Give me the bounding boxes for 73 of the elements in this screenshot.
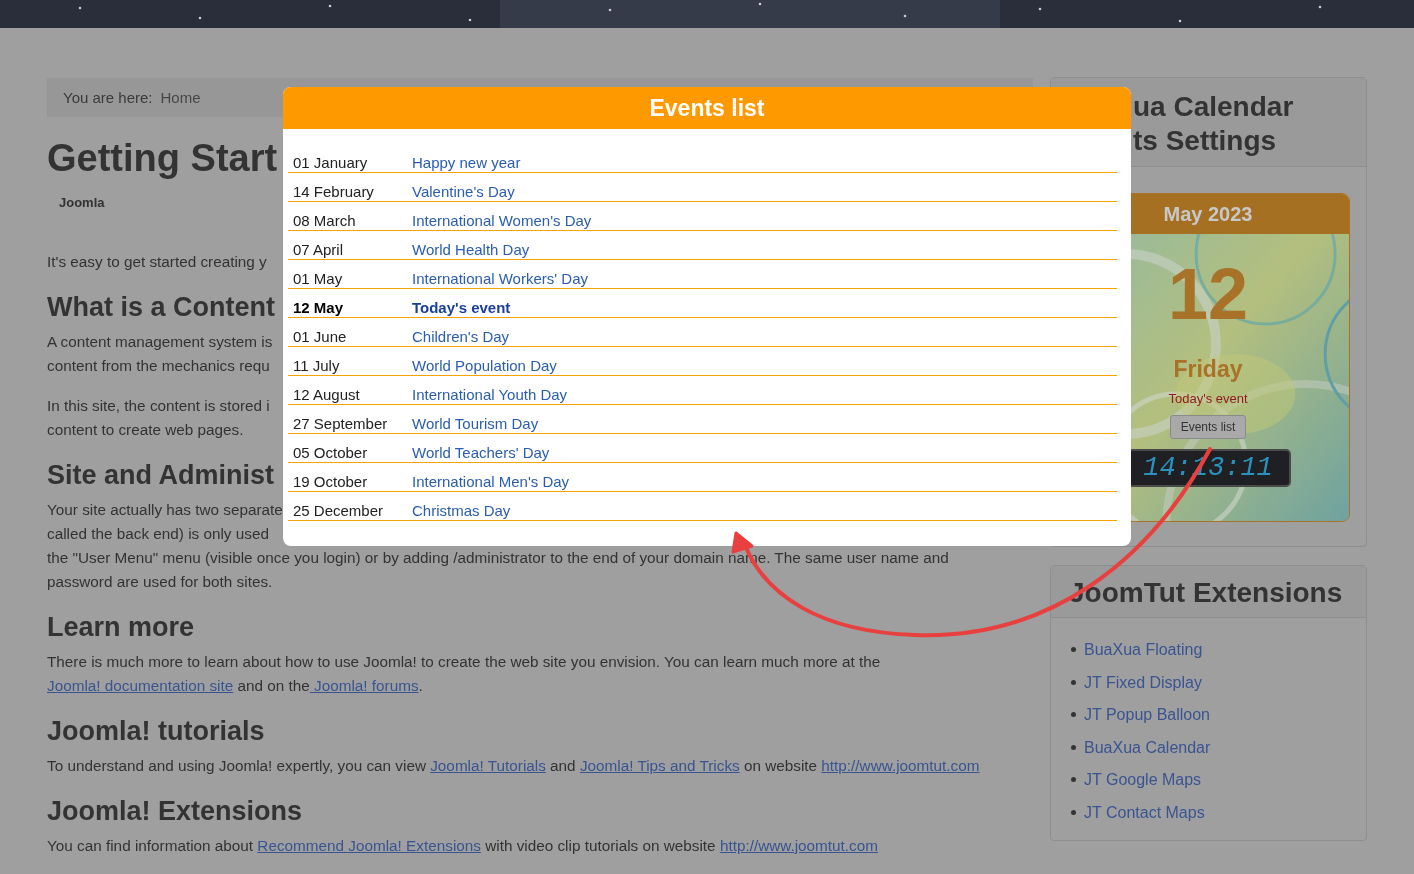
- paragraph-line: In this site, the content is stored i: [47, 396, 270, 416]
- text-link[interactable]: Joomla! forums: [309, 677, 419, 694]
- event-date: 08 March: [292, 212, 357, 229]
- event-date: 14 February: [292, 183, 375, 200]
- text-link[interactable]: Joomla! Tips and Tricks: [579, 757, 740, 774]
- day-number: 12: [1167, 254, 1249, 334]
- extension-link[interactable]: JT Contact Maps: [1084, 800, 1205, 824]
- event-date: 11 July: [292, 357, 341, 374]
- paragraph-line: Your site actually has two separate: [47, 500, 283, 520]
- event-label: Today's event: [1168, 391, 1248, 406]
- paragraph: There is much more to learn about how to use Joomla! to create the web site you envision. You can learn much more at the Joomla! documentation site and on the Joomla! forums.: [47, 652, 882, 696]
- text-link[interactable]: Joomla! Tutorials: [430, 757, 546, 774]
- event-link[interactable]: World Tourism Day: [412, 415, 1117, 432]
- section-heading: Joomla! tutorials: [47, 715, 265, 748]
- bullet-icon: [1071, 809, 1076, 815]
- event-date: 19 October: [292, 473, 369, 490]
- paragraph-line: content from the mechanics requ: [47, 356, 270, 376]
- event-link[interactable]: International Workers' Day: [412, 270, 1117, 287]
- event-date: 01 January: [292, 154, 369, 171]
- event-link[interactable]: International Men's Day: [412, 473, 1117, 490]
- event-date: 07 April: [292, 241, 345, 258]
- paragraph-line: called the back end) is only used: [47, 524, 269, 544]
- event-link[interactable]: Happy new year: [412, 154, 1117, 171]
- event-date: 01 June: [292, 328, 348, 345]
- event-link[interactable]: World Population Day: [412, 357, 1117, 374]
- text-link[interactable]: Joomla! documentation site: [47, 677, 234, 694]
- extension-link[interactable]: JT Google Maps: [1084, 768, 1202, 792]
- paragraph: To understand and using Joomla! expertly, you can view Joomla! Tutorials and Joomla! Tips and Tricks on website http://www.joomtut.com: [47, 756, 981, 776]
- paragraph: You can find information about Recommend Joomla! Extensions with video clip tutorials on website http://www.joomtut.com: [47, 836, 879, 856]
- section-heading: Joomla! Extensions: [47, 795, 303, 828]
- event-link[interactable]: International Youth Day: [412, 386, 1117, 403]
- popup-title: Events list: [283, 87, 1131, 129]
- paragraph-line: password are used for both sites.: [47, 572, 273, 592]
- breadcrumb-link[interactable]: Home: [160, 89, 201, 106]
- paragraph-line: content to create web pages.: [47, 420, 244, 440]
- extension-link[interactable]: BuaXua Calendar: [1084, 735, 1211, 759]
- event-link[interactable]: World Teachers' Day: [412, 444, 1117, 461]
- author-name: Joomla: [59, 195, 105, 210]
- bullet-icon: [1071, 647, 1076, 653]
- event-link[interactable]: Children's Day: [412, 328, 1117, 345]
- section-heading: Site and Administ: [47, 459, 275, 492]
- event-date: 12 August: [292, 386, 361, 403]
- extension-link[interactable]: BuaXua Floating: [1084, 638, 1203, 662]
- event-date: 12 May: [292, 299, 345, 316]
- event-link[interactable]: International Women's Day: [412, 212, 1117, 229]
- event-date: 05 October: [292, 444, 369, 461]
- bullet-icon: [1071, 744, 1076, 750]
- event-date: 25 December: [292, 502, 385, 519]
- module-title: ts Settings: [1133, 124, 1277, 158]
- text-link[interactable]: Recommend Joomla! Extensions: [257, 837, 481, 854]
- bullet-icon: [1071, 679, 1076, 685]
- extension-link[interactable]: JT Fixed Display: [1084, 670, 1202, 694]
- event-link[interactable]: Today's event: [412, 299, 1117, 316]
- event-link[interactable]: Christmas Day: [412, 502, 1117, 519]
- paragraph-line: A content management system is: [47, 332, 273, 352]
- events-list-button[interactable]: Events list: [1169, 415, 1247, 439]
- text-link[interactable]: http://www.joomtut.com: [821, 757, 980, 774]
- module-title: ua Calendar: [1133, 90, 1294, 124]
- event-link[interactable]: Valentine's Day: [412, 183, 1117, 200]
- text-link[interactable]: http://www.joomtut.com: [719, 837, 878, 854]
- bullet-icon: [1071, 777, 1076, 783]
- extension-link[interactable]: JT Popup Balloon: [1084, 703, 1210, 727]
- month-label: May 2023: [1163, 202, 1253, 226]
- section-heading: Learn more: [47, 611, 195, 644]
- article-title: Getting Start: [47, 136, 278, 181]
- section-heading: What is a Content: [47, 291, 275, 324]
- breadcrumb-label: You are here:: [63, 89, 153, 106]
- bullet-icon: [1071, 712, 1076, 718]
- event-date: 01 May: [292, 270, 344, 287]
- paragraph-line: It's easy to get started creating y: [47, 252, 267, 272]
- event-link[interactable]: World Health Day: [412, 241, 1117, 258]
- event-date: 27 September: [292, 415, 389, 432]
- weekday-label: Friday: [1173, 356, 1243, 383]
